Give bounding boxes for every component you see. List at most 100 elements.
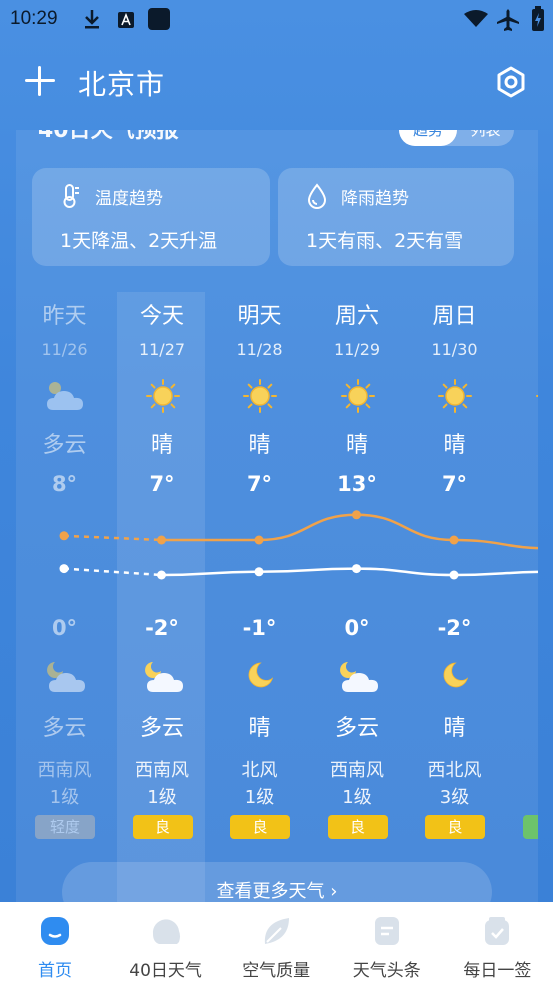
moon-icon: [248, 662, 274, 688]
aqi-badge: [522, 815, 538, 839]
day-date: 12: [504, 340, 539, 359]
sunny-icon: [340, 379, 375, 413]
day-name: 周日: [432, 304, 477, 329]
low-temp: -: [504, 616, 539, 640]
status-time: 10:29: [10, 8, 58, 29]
airplane-icon: [497, 9, 519, 31]
wind-direction: 西南风: [330, 760, 384, 781]
low-temp-past-segment: [63, 567, 162, 577]
low-temp: -2°: [437, 616, 472, 640]
more-weather-button[interactable]: 查看更多天气 ›: [62, 862, 492, 905]
temperature-trend-box[interactable]: 温度趋势 1天降温、2天升温: [32, 168, 270, 266]
high-temp-past-segment: [63, 534, 162, 542]
high-temp-point: [449, 535, 459, 545]
day-condition: 晴: [248, 433, 271, 458]
rain-trend-box[interactable]: 降雨趋势 1天有雨、2天有雪: [278, 168, 514, 266]
add-city-button[interactable]: [24, 65, 56, 97]
wind-direction: 西北风: [427, 760, 482, 781]
day-name: 昨天: [42, 304, 87, 329]
wind-direction: 北风: [241, 760, 278, 781]
low-temp: -2°: [145, 616, 179, 640]
wind-level: 1级: [49, 787, 80, 808]
day-date: 11/28: [236, 340, 283, 359]
day-date: 11/27: [138, 340, 186, 359]
nav-item[interactable]: 首页: [0, 902, 110, 984]
night-condition: 晴: [248, 716, 271, 741]
low-temp-point: [254, 567, 264, 577]
wind-direction: 西: [504, 756, 539, 782]
bottom-nav: 首页 40日天气 空气质量 天气头条 每日一签: [0, 902, 553, 984]
nav-label: 40日天气: [129, 961, 202, 981]
aqi-badge: 良: [230, 815, 290, 839]
view-toggle[interactable]: 趋势 列表: [399, 130, 514, 146]
night-condition: 多云: [42, 716, 87, 741]
nav-label: 每日一签: [463, 961, 532, 981]
day-condition: 晴: [150, 433, 173, 458]
high-temp-point: [59, 531, 69, 541]
high-temp-point: [157, 535, 166, 545]
toggle-list[interactable]: 列表: [457, 130, 514, 146]
sunny-icon: [243, 379, 277, 413]
temperature-trend-value: 1天降温、2天升温: [60, 230, 218, 252]
sunny-icon: [145, 379, 180, 413]
cloudy-night-icon: [47, 662, 85, 692]
nav-item[interactable]: 40日天气: [111, 902, 221, 984]
wind-level: 1级: [244, 787, 275, 808]
day-date: 11/29: [333, 340, 381, 359]
high-temp-line: [161, 513, 538, 550]
day-name: 周六: [334, 304, 379, 329]
sunny-icon: [535, 395, 538, 397]
nav-label: 天气头条: [352, 961, 421, 981]
day-condition: 晴: [443, 433, 466, 458]
day-condition: 晴: [345, 433, 368, 458]
cloudy-night-icon: [339, 662, 378, 692]
leaf-icon: [265, 918, 290, 944]
moon-icon: [531, 656, 539, 696]
nav-item[interactable]: 空气质量: [221, 902, 331, 984]
high-temp-point: [352, 510, 361, 520]
temperature-curve: [59, 510, 538, 580]
low-temp-point: [352, 564, 361, 574]
daily-sign-icon: [485, 917, 510, 945]
moon-icon: [443, 662, 469, 688]
high-temp-point: [254, 535, 264, 545]
square-app-icon: [148, 8, 170, 30]
day-name: 周: [504, 298, 539, 330]
low-temp: -1°: [242, 616, 277, 640]
city-name[interactable]: 北京市: [78, 63, 165, 103]
aqi-badge: 良: [132, 815, 193, 839]
news-icon: [374, 917, 399, 945]
wind-level: 1级: [147, 787, 177, 808]
day-name: 明天: [237, 304, 282, 329]
raindrop-icon: [307, 183, 327, 209]
toggle-trend[interactable]: 趋势: [399, 130, 457, 146]
rain-trend-label: 降雨趋势: [341, 189, 409, 209]
temperature-trend-label: 温度趋势: [95, 189, 163, 209]
aqi-badge: 良: [327, 815, 388, 839]
day-date: 11/26: [41, 340, 88, 359]
home-icon: [41, 917, 69, 945]
status-bar: 10:29: [0, 0, 553, 38]
night-condition: 晴: [443, 716, 466, 741]
sunny-icon: [438, 379, 472, 413]
nav-label: 首页: [38, 961, 72, 981]
download-icon: [85, 10, 99, 29]
nav-item[interactable]: 每日一签: [442, 902, 552, 984]
thermometer-icon: [63, 184, 79, 208]
battery-icon: [532, 6, 544, 31]
day-date: 11/30: [431, 340, 478, 359]
nav-item[interactable]: 天气头条: [332, 902, 442, 984]
nav-label: 空气质量: [242, 961, 311, 981]
wind-direction: 西南风: [135, 760, 189, 781]
forty-day-icon: [152, 919, 180, 944]
forecast-card: 40日天气预报 趋势 列表 温度趋势 1天降温、2天升温 降雨趋势 1天有雨、2…: [16, 130, 538, 905]
app-icon: [118, 12, 134, 28]
rain-trend-value: 1天有雨、2天有雪: [306, 230, 464, 252]
header: 北京市: [0, 55, 553, 111]
night-condition: 多云: [334, 716, 379, 741]
low-temp: 0°: [51, 616, 78, 640]
day-name: 今天: [139, 304, 184, 329]
settings-icon[interactable]: [494, 65, 528, 99]
low-temp-point: [59, 564, 69, 574]
wifi-icon: [464, 10, 488, 27]
